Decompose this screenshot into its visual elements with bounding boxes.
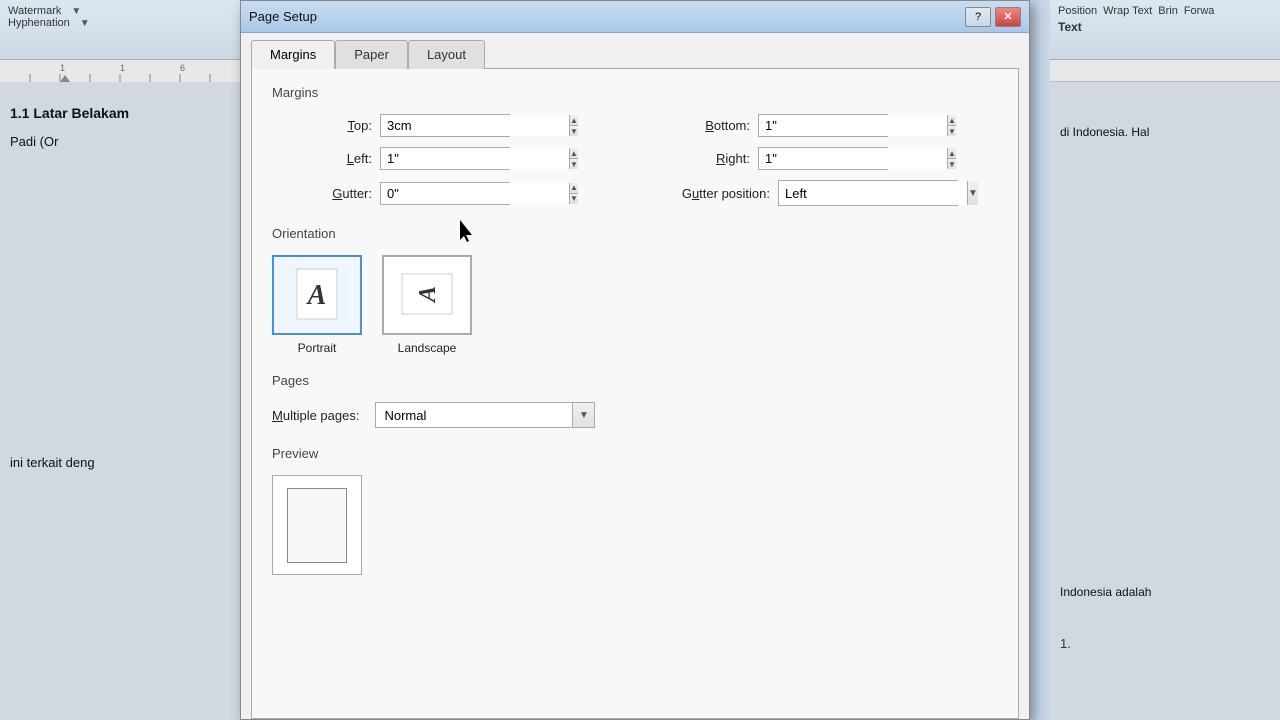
top-input[interactable]	[381, 115, 569, 136]
svg-text:A: A	[415, 285, 441, 303]
field-row-gutter: Gutter: ▲ ▼	[272, 180, 620, 206]
left-spin-up[interactable]: ▲	[570, 148, 578, 159]
dialog-titlebar: Page Setup ? ✕	[241, 1, 1029, 33]
gutter-position-label: Gutter position:	[650, 186, 770, 201]
svg-text:1: 1	[60, 63, 65, 73]
tab-text-label[interactable]: Text	[1058, 20, 1082, 34]
field-row-gutter-position: Gutter position: ▼	[650, 180, 998, 206]
right-spin-buttons: ▲ ▼	[947, 148, 956, 169]
gutter-label: Gutter:	[272, 186, 372, 201]
preview-inner	[287, 488, 347, 563]
svg-text:A: A	[306, 280, 327, 311]
preview-label: Preview	[272, 446, 998, 461]
preview-section: Preview	[272, 446, 998, 575]
document-left-panel: Watermark ▼ Hyphenation ▼ 1 1 6 1.1 Lata…	[0, 0, 240, 720]
tab-layout[interactable]: Layout	[408, 40, 485, 69]
gutter-position-dropdown-btn[interactable]: ▼	[967, 181, 978, 205]
orientation-portrait[interactable]: A Portrait	[272, 255, 362, 355]
pages-section-label: Pages	[272, 373, 998, 388]
left-spin-buttons: ▲ ▼	[569, 148, 578, 169]
preview-box	[272, 475, 362, 575]
orientation-landscape[interactable]: A Landscape	[382, 255, 472, 355]
bottom-label: Bottom:	[650, 118, 750, 133]
left-input[interactable]	[381, 148, 569, 169]
gutter-spin-up[interactable]: ▲	[570, 183, 578, 194]
doc-right-number: 1.	[1060, 633, 1270, 655]
top-label: Top:	[272, 118, 372, 133]
dialog-tabs: Margins Paper Layout	[241, 33, 1029, 68]
bottom-spin-up[interactable]: ▲	[948, 115, 956, 126]
right-spin-up[interactable]: ▲	[948, 148, 956, 159]
pages-section: Pages Multiple pages: ▼	[272, 373, 998, 428]
orientation-label: Orientation	[272, 226, 998, 241]
left-label: Left:	[272, 151, 372, 166]
multiple-pages-label: Multiple pages:	[272, 408, 359, 423]
gutter-spin-buttons: ▲ ▼	[569, 183, 578, 204]
field-row-bottom: Bottom: ▲ ▼	[650, 114, 998, 137]
right-spin[interactable]: ▲ ▼	[758, 147, 888, 170]
ribbon-left: Watermark ▼ Hyphenation ▼	[0, 0, 240, 60]
gutter-position-dropdown[interactable]: ▼	[778, 180, 958, 206]
left-spin[interactable]: ▲ ▼	[380, 147, 510, 170]
field-row-right: Right: ▲ ▼	[650, 147, 998, 170]
doc-text-left: 1.1 Latar Belakam Padi (Or ini terkait d…	[0, 82, 240, 494]
ribbon-item-watermark[interactable]: Watermark	[8, 5, 61, 17]
document-right-panel: Position Wrap Text Brin Forwa Text di In…	[1050, 0, 1280, 720]
ruler-right	[1050, 60, 1280, 82]
top-spin[interactable]: ▲ ▼	[380, 114, 510, 137]
dialog-title: Page Setup	[249, 9, 317, 24]
doc-heading: 1.1 Latar Belakam	[10, 102, 230, 124]
top-spin-up[interactable]: ▲	[570, 115, 578, 126]
right-label: Right:	[650, 151, 750, 166]
bottom-input[interactable]	[759, 115, 947, 136]
landscape-icon[interactable]: A	[382, 255, 472, 335]
margins-grid: Top: ▲ ▼ Bottom: ▲	[272, 114, 998, 206]
ribbon-item-hyphenation[interactable]: Hyphenation	[8, 17, 70, 29]
left-spin-down[interactable]: ▼	[570, 159, 578, 169]
dialog-controls: ? ✕	[965, 7, 1021, 27]
doc-para2: ini terkait deng	[10, 453, 230, 474]
ribbon-item-position[interactable]: Position	[1058, 5, 1097, 17]
gutter-spin[interactable]: ▲ ▼	[380, 182, 510, 205]
gutter-position-input[interactable]	[779, 181, 967, 205]
ribbon-item-wrap-text[interactable]: Wrap Text	[1103, 5, 1152, 17]
ribbon-item-bring[interactable]: Brin	[1158, 5, 1178, 17]
landscape-label: Landscape	[398, 341, 457, 355]
right-input[interactable]	[759, 148, 947, 169]
portrait-label: Portrait	[298, 341, 337, 355]
multiple-pages-dropdown[interactable]: ▼	[375, 402, 595, 428]
tab-paper[interactable]: Paper	[335, 40, 408, 69]
tab-margins[interactable]: Margins	[251, 40, 335, 69]
bottom-spin-down[interactable]: ▼	[948, 126, 956, 136]
gutter-spin-down[interactable]: ▼	[570, 194, 578, 204]
field-row-left: Left: ▲ ▼	[272, 147, 620, 170]
close-button[interactable]: ✕	[995, 7, 1021, 27]
orientation-options: A Portrait A	[272, 255, 998, 355]
doc-text-right: di Indonesia. Hal Indonesia adalah 1.	[1050, 82, 1280, 675]
multiple-pages-row: Multiple pages: ▼	[272, 402, 998, 428]
orientation-section: Orientation A Portrait	[272, 226, 998, 355]
ruler-left: 1 1 6	[0, 60, 240, 82]
margins-section-label: Margins	[272, 85, 998, 100]
multiple-pages-dropdown-btn[interactable]: ▼	[572, 403, 594, 427]
svg-text:6: 6	[180, 63, 185, 73]
top-spin-buttons: ▲ ▼	[569, 115, 578, 136]
dialog-content: Margins Top: ▲ ▼ Bottom:	[251, 68, 1019, 719]
multiple-pages-input[interactable]	[376, 403, 572, 427]
portrait-icon[interactable]: A	[272, 255, 362, 335]
doc-right-para1: di Indonesia. Hal	[1060, 122, 1270, 142]
gutter-input[interactable]	[381, 183, 569, 204]
doc-right-para2: Indonesia adalah	[1060, 582, 1270, 602]
top-spin-down[interactable]: ▼	[570, 126, 578, 136]
ribbon-right: Position Wrap Text Brin Forwa Text	[1050, 0, 1280, 60]
doc-para1: Padi (Or	[10, 132, 230, 153]
bottom-spin[interactable]: ▲ ▼	[758, 114, 888, 137]
svg-text:1: 1	[120, 63, 125, 73]
page-setup-dialog: Page Setup ? ✕ Margins Paper Layout Marg…	[240, 0, 1030, 720]
bottom-spin-buttons: ▲ ▼	[947, 115, 956, 136]
ribbon-item-forward[interactable]: Forwa	[1184, 5, 1215, 17]
right-spin-down[interactable]: ▼	[948, 159, 956, 169]
help-button[interactable]: ?	[965, 7, 991, 27]
field-row-top: Top: ▲ ▼	[272, 114, 620, 137]
